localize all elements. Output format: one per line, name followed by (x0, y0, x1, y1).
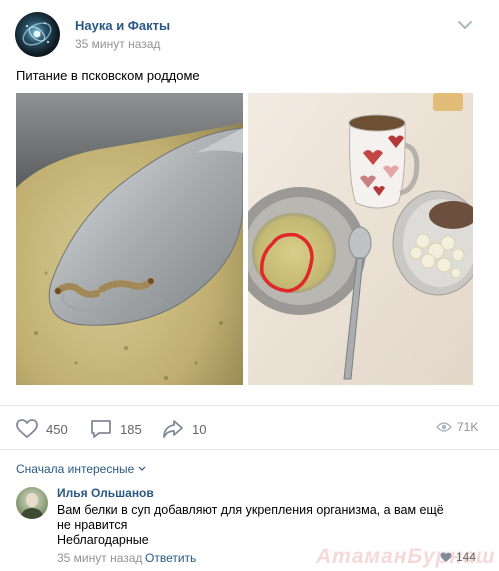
share-arrow-icon (163, 420, 183, 438)
post-actions-bar: 450 185 10 71K (0, 405, 499, 450)
chevron-down-icon (138, 466, 146, 471)
lunch-tray-image (248, 93, 473, 385)
comment-button[interactable]: 185 (90, 418, 142, 440)
reply-button[interactable]: Ответить (145, 551, 196, 565)
comment-author-name[interactable]: Илья Ольшанов (57, 486, 154, 500)
comment-author-avatar[interactable] (16, 487, 48, 519)
like-count: 450 (46, 421, 68, 437)
comment-timestamp[interactable]: 35 минут назад (57, 551, 142, 565)
avatar (20, 493, 44, 519)
comments-sort-dropdown[interactable]: Сначала интересные (16, 462, 146, 476)
sort-label: Сначала интересные (16, 462, 135, 476)
group-name-link[interactable]: Наука и Факты (75, 18, 170, 33)
post-photo-spoon[interactable] (16, 93, 243, 385)
eye-icon (436, 422, 452, 432)
chevron-down-icon[interactable] (456, 18, 474, 32)
comment-icon (91, 420, 111, 438)
comments-divider (0, 449, 499, 450)
post-timestamp[interactable]: 35 минут назад (75, 37, 160, 51)
post-text: Питание в псковском роддоме (16, 68, 200, 83)
views-counter: 71K (436, 420, 478, 434)
views-count: 71K (457, 420, 479, 434)
comment-like-button[interactable]: 144 (440, 550, 476, 564)
heart-icon (16, 419, 38, 438)
share-count: 10 (192, 421, 207, 437)
share-button[interactable]: 10 (162, 418, 206, 440)
post-photo-tray[interactable] (248, 93, 473, 385)
soup-spoon-image (16, 93, 243, 385)
comment-like-count: 144 (456, 550, 477, 564)
comment-text-line2: Неблагодарные (57, 533, 149, 547)
post-card: Наука и Факты 35 минут назад Питание в п… (0, 0, 499, 571)
comment-text: Вам белки в суп добавляют для укрепления… (57, 503, 444, 532)
like-button[interactable]: 450 (16, 418, 68, 440)
galaxy-avatar-icon (22, 22, 52, 46)
heart-icon (440, 552, 452, 562)
group-avatar[interactable] (15, 12, 60, 57)
comment-count: 185 (120, 421, 142, 437)
